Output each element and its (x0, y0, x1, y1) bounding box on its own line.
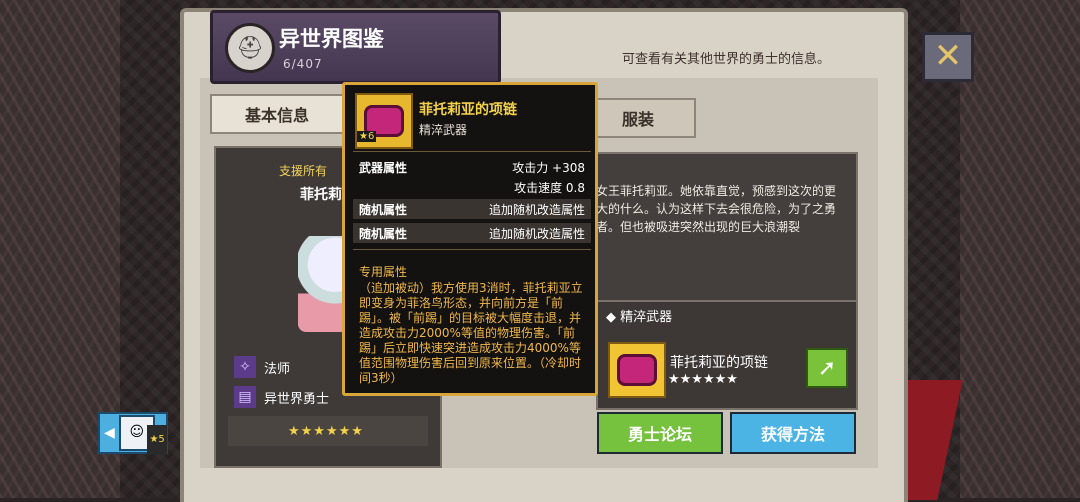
otherworld-icon: ▤ (234, 386, 256, 408)
faction-row: ▤ 异世界勇士 (234, 386, 329, 408)
atk-speed-row: 攻击速度 0.8 (353, 177, 591, 197)
random-attr-value-2: 追加随机改造属性 (488, 226, 585, 241)
random-attr-row-1: 随机属性 追加随机改造属性 (353, 199, 591, 219)
right-pillar (960, 0, 1080, 498)
hero-level-badge: ★5 (147, 425, 167, 455)
faction-label: 异世界勇士 (264, 391, 330, 407)
page-subtitle: 可查看有关其他世界的勇士的信息。 (622, 52, 831, 67)
weapon-attr-row: 武器属性 攻击力 +308 (353, 157, 591, 177)
tooltip-star-badge: ★6 (357, 131, 377, 142)
weapon-tooltip: ★6 菲托莉亚的项链 精淬武器 武器属性 攻击力 +308 攻击速度 0.8 随… (342, 82, 598, 396)
obtain-method-button[interactable]: 获得方法 (730, 412, 856, 454)
hero-level: 5 (158, 434, 165, 445)
tooltip-divider-2 (353, 249, 591, 250)
close-icon: ✕ (933, 36, 963, 76)
forum-button[interactable]: 勇士论坛 (597, 412, 723, 454)
chevron-left-icon: ◀ (104, 425, 115, 441)
necklace-graphic (617, 354, 657, 386)
tab-basic-info[interactable]: 基本信息 (210, 94, 344, 134)
close-button[interactable]: ✕ (922, 32, 974, 82)
page-title: 异世界图鉴 (279, 27, 384, 51)
role-label: 法师 (264, 361, 291, 377)
tooltip-weapon-grade: 精淬武器 (419, 123, 468, 137)
tooltip-divider (353, 151, 591, 152)
collection-count: 6/407 (283, 57, 323, 71)
exclusive-attr-text: （追加被动）我方使用3消时，菲托莉亚立即变身为菲洛鸟形态，并向前方是「前踢」。被… (359, 281, 583, 385)
role-row: ✧ 法师 (234, 356, 290, 378)
random-attr-value-1: 追加随机改造属性 (488, 202, 585, 217)
necklace-icon[interactable] (608, 342, 666, 398)
tooltip-weapon-name: 菲托莉亚的项链 (419, 102, 517, 118)
arrow-up-right-icon: ➚ (817, 355, 837, 381)
random-attr-row-2: 随机属性 追加随机改造属性 (353, 223, 591, 243)
helmet-icon: ⛑ (225, 23, 275, 73)
random-attr-label-1: 随机属性 (359, 202, 408, 217)
character-stars: ★★★★★★ (288, 424, 364, 439)
codex-header: ⛑ 异世界图鉴 6/407 (210, 10, 501, 84)
hero-switch-button[interactable]: ◀ ☺ ★5 (98, 412, 168, 455)
weapon-attr-label: 武器属性 (359, 160, 408, 175)
random-attr-label-2: 随机属性 (359, 226, 408, 241)
weapon-section-label: ◆ 精淬武器 (606, 310, 673, 325)
character-description: 女王菲托莉亚。她依靠直觉，预感到这次的更大的什么。认为这样下去会很危险，为了之勇… (596, 184, 837, 234)
mage-staff-icon: ✧ (234, 356, 256, 378)
exclusive-attr-label: 专用属性 (359, 265, 408, 279)
weapon-stars: ★★★★★★ (668, 372, 738, 387)
hero-avatar: ☺ ★5 (118, 415, 167, 455)
weapon-name: 菲托莉亚的项链 (670, 355, 768, 371)
weapon-detail-button[interactable]: ➚ (806, 348, 848, 388)
atk-speed-value: 攻击速度 0.8 (514, 180, 585, 195)
atk-value: 攻击力 +308 (512, 160, 585, 175)
weapon-section-text: 精淬武器 (620, 310, 673, 325)
